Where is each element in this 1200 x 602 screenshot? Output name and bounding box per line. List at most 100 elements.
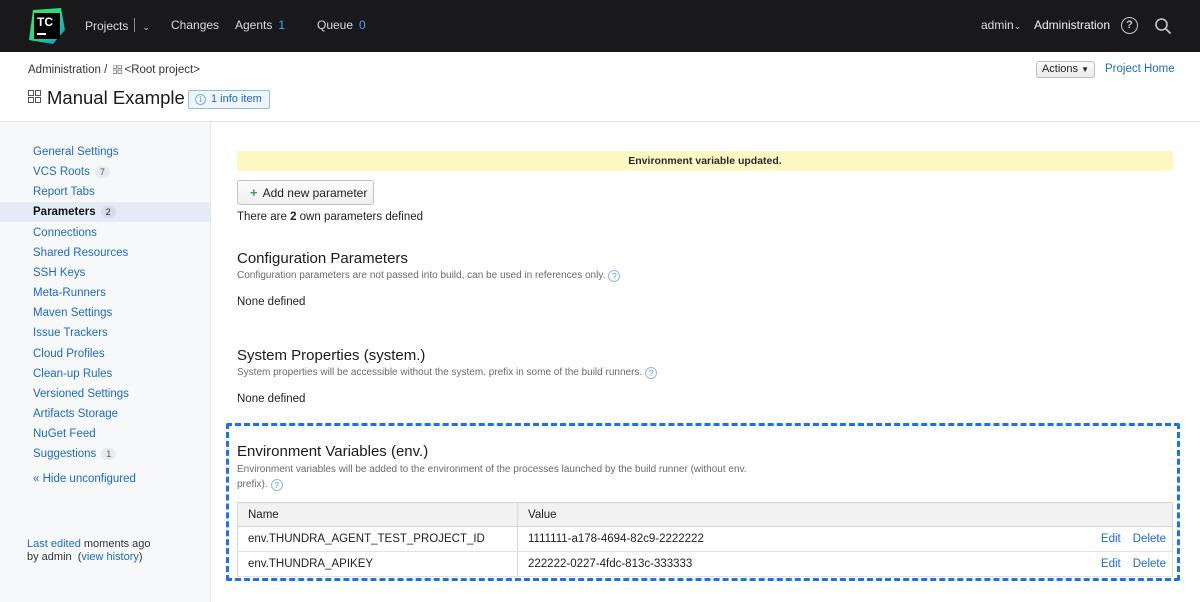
param-name-cell[interactable]: env.THUNDRA_AGENT_TEST_PROJECT_ID: [237, 526, 518, 552]
configuration-parameters-heading: Configuration Parameters: [237, 250, 408, 267]
system-properties-empty: None defined: [237, 393, 306, 405]
sidebar-item-label: Shared Resources: [33, 247, 129, 259]
user-menu[interactable]: admin ⌄: [981, 18, 1021, 32]
view-history-link[interactable]: view history: [81, 551, 138, 563]
row-actions: Edit Delete: [953, 551, 1173, 577]
info-icon: i: [195, 94, 206, 105]
environment-variables-description-line2: prefix).?: [237, 479, 283, 491]
sidebar-item-clean-up-rules[interactable]: Clean-up Rules: [33, 368, 112, 380]
nav-agents[interactable]: Agents 1: [235, 18, 285, 32]
settings-sidebar: [0, 122, 211, 602]
sidebar-item-count-badge: 2: [100, 206, 116, 218]
table-header-row: Name Value: [237, 502, 1173, 527]
add-new-parameter-button[interactable]: + Add new parameter: [237, 180, 374, 205]
hide-unconfigured-link[interactable]: « Hide unconfigured: [33, 473, 136, 485]
sidebar-item-label: Suggestions: [33, 448, 97, 460]
nav-changes[interactable]: Changes: [171, 18, 219, 32]
param-value-cell[interactable]: 1111111-a178-4694-82c9-2222222: [517, 526, 954, 552]
table-row: env.THUNDRA_AGENT_TEST_PROJECT_ID 111111…: [237, 526, 1173, 552]
nav-queue-label: Queue: [317, 18, 354, 32]
sidebar-item-parameters[interactable]: Parameters 2: [33, 206, 116, 218]
sidebar-item-vcs-roots[interactable]: VCS Roots 7: [33, 166, 110, 178]
help-icon[interactable]: ?: [270, 479, 283, 491]
agents-count-badge: 1: [278, 18, 286, 32]
own-parameters-summary: There are 2 own parameters defined: [237, 211, 423, 223]
edit-link[interactable]: Edit: [1101, 533, 1121, 545]
column-header-value: Value: [517, 502, 1173, 527]
sidebar-item-label: Cloud Profiles: [33, 348, 105, 360]
system-desc-text: System properties will be accessible wit…: [237, 367, 643, 378]
nav-projects[interactable]: Projects ⌄: [85, 18, 150, 33]
help-icon[interactable]: ?: [645, 367, 658, 379]
sidebar-item-label: Parameters: [33, 206, 96, 218]
sidebar-item-nuget-feed[interactable]: NuGet Feed: [33, 428, 96, 440]
info-items-badge[interactable]: i 1 info item: [188, 90, 270, 109]
info-badge-label: 1 info item: [211, 93, 262, 105]
plus-icon: +: [250, 185, 258, 200]
delete-link[interactable]: Delete: [1133, 533, 1166, 545]
user-name: admin: [981, 18, 1014, 32]
help-icon[interactable]: ?: [1121, 17, 1138, 34]
summary-suffix: own parameters defined: [296, 211, 424, 223]
sidebar-item-meta-runners[interactable]: Meta-Runners: [33, 287, 106, 299]
sidebar-item-ssh-keys[interactable]: SSH Keys: [33, 267, 85, 279]
actions-label: Actions: [1041, 63, 1079, 75]
sidebar-item-label: Versioned Settings: [33, 388, 129, 400]
sidebar-item-label: VCS Roots: [33, 166, 90, 178]
help-icon[interactable]: ?: [608, 270, 621, 282]
sidebar-item-count-badge: 1: [101, 448, 117, 460]
system-properties-description: System properties will be accessible wit…: [237, 367, 658, 379]
project-home-link[interactable]: Project Home: [1105, 63, 1175, 75]
search-icon[interactable]: [1154, 17, 1172, 35]
sidebar-item-versioned-settings[interactable]: Versioned Settings: [33, 388, 129, 400]
nav-agents-label: Agents: [235, 18, 273, 32]
configuration-parameters-empty: None defined: [237, 296, 306, 308]
sidebar-item-general-settings[interactable]: General Settings: [33, 146, 119, 158]
last-edited-link[interactable]: Last edited: [27, 538, 81, 550]
last-edited-info: Last edited moments ago by admin (view h…: [27, 538, 151, 563]
sidebar-item-label: Clean-up Rules: [33, 368, 113, 380]
page-title-text: Manual Example: [47, 87, 185, 108]
sidebar-item-cloud-profiles[interactable]: Cloud Profiles: [33, 348, 105, 360]
chevron-down-icon: ⌄: [1013, 21, 1022, 31]
actions-dropdown-button[interactable]: Actions ▼: [1036, 61, 1095, 78]
sidebar-item-connections[interactable]: Connections: [33, 227, 97, 239]
project-grid-icon: [113, 65, 123, 74]
nav-administration[interactable]: Administration: [1034, 18, 1110, 32]
top-navigation-bar: TC Projects ⌄ Changes Agents 1 Queue 0 admi…: [0, 0, 1200, 52]
summary-prefix: There are: [237, 211, 291, 223]
param-value-cell[interactable]: 222222-0227-4fdc-813c-333333: [517, 551, 954, 577]
sidebar-item-label: Issue Trackers: [33, 327, 108, 339]
add-button-label: Add new parameter: [262, 186, 368, 200]
sidebar-item-label: Artifacts Storage: [33, 408, 119, 420]
environment-variables-table: Name Value env.THUNDRA_AGENT_TEST_PROJEC…: [237, 502, 1173, 577]
nav-queue[interactable]: Queue 0: [317, 18, 366, 32]
sidebar-item-count-badge: 7: [94, 166, 110, 178]
sidebar-item-suggestions[interactable]: Suggestions 1: [33, 448, 117, 460]
success-notice: Environment variable updated.: [237, 151, 1173, 171]
edited-by: by admin: [27, 551, 72, 563]
config-desc-text: Configuration parameters are not passed …: [237, 270, 606, 281]
teamcity-logo[interactable]: TC: [27, 6, 67, 46]
page-title: Manual Example: [28, 87, 185, 109]
caret-down-icon: ▼: [1081, 65, 1090, 74]
sidebar-item-issue-trackers[interactable]: Issue Trackers: [33, 327, 108, 339]
chevron-down-icon[interactable]: ⌄: [142, 22, 150, 33]
sidebar-item-label: General Settings: [33, 146, 119, 158]
sidebar-item-report-tabs[interactable]: Report Tabs: [33, 186, 95, 198]
environment-variables-description-line1: Environment variables will be added to t…: [237, 464, 747, 475]
sidebar-item-shared-resources[interactable]: Shared Resources: [33, 247, 128, 259]
row-actions: Edit Delete: [953, 526, 1173, 552]
param-name-cell[interactable]: env.THUNDRA_APIKEY: [237, 551, 518, 577]
configuration-parameters-description: Configuration parameters are not passed …: [237, 270, 621, 282]
system-properties-heading: System Properties (system.): [237, 347, 426, 364]
sidebar-item-maven-settings[interactable]: Maven Settings: [33, 307, 112, 319]
sidebar-item-label: Meta-Runners: [33, 287, 106, 299]
sidebar-item-artifacts-storage[interactable]: Artifacts Storage: [33, 408, 118, 420]
breadcrumb-root-project[interactable]: <Root project>: [124, 64, 199, 76]
breadcrumb-administration[interactable]: Administration: [28, 64, 101, 76]
delete-link[interactable]: Delete: [1133, 558, 1166, 570]
sidebar-item-label: Maven Settings: [33, 307, 113, 319]
project-grid-icon: [28, 90, 41, 103]
edit-link[interactable]: Edit: [1101, 558, 1121, 570]
